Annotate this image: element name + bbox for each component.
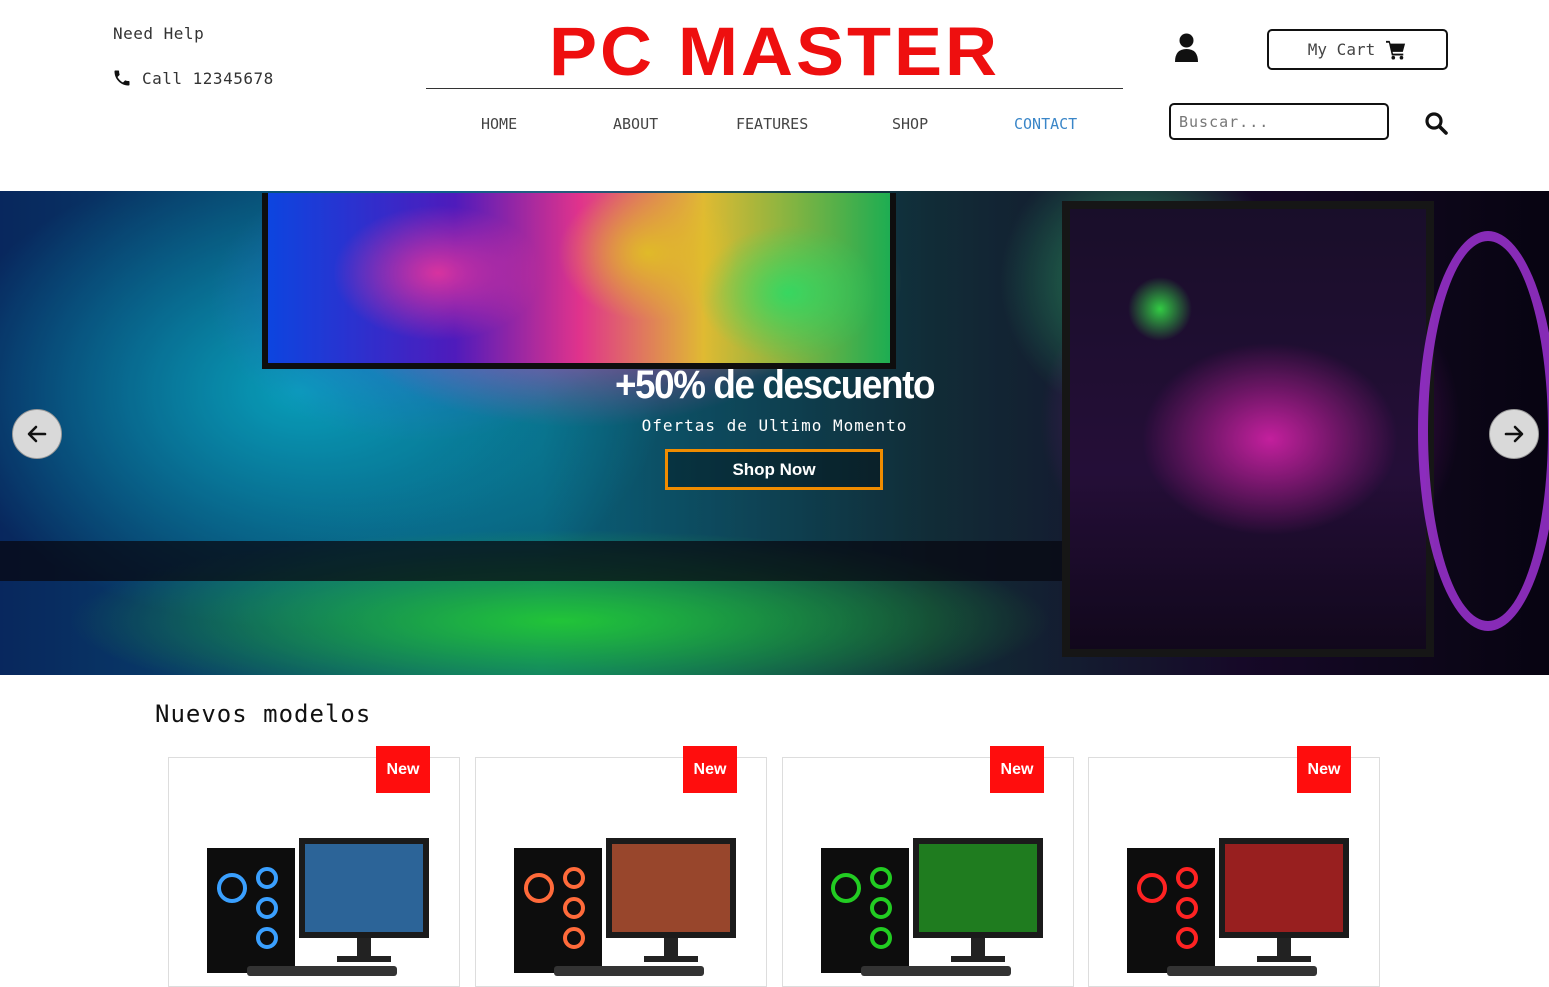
hero-subtitle: Ofertas de Ultimo Momento (641, 416, 908, 435)
nav-about[interactable]: ABOUT (613, 115, 658, 133)
hero-title: +50% de descuento (614, 363, 936, 407)
new-badge: New (683, 746, 737, 793)
carousel-next-button[interactable] (1489, 409, 1539, 459)
cart-button[interactable]: My Cart (1267, 29, 1448, 70)
header-divider (426, 88, 1123, 89)
arrow-right-icon (1504, 425, 1524, 443)
nav-home[interactable]: HOME (481, 115, 517, 133)
product-image (207, 838, 429, 976)
cart-label: My Cart (1307, 40, 1376, 59)
nav-features[interactable]: FEATURES (736, 115, 808, 133)
new-badge: New (1297, 746, 1351, 793)
new-badge: New (990, 746, 1044, 793)
carousel-prev-button[interactable] (12, 409, 62, 459)
search-input[interactable] (1169, 103, 1389, 140)
shop-now-button[interactable]: Shop Now (665, 449, 883, 490)
nav-contact[interactable]: CONTACT (1014, 115, 1077, 133)
new-badge: New (376, 746, 430, 793)
product-image (1127, 838, 1349, 976)
section-title: Nuevos modelos (155, 700, 372, 728)
search-icon[interactable] (1424, 111, 1448, 135)
phone-icon (114, 70, 130, 86)
phone-number: Call 12345678 (142, 68, 274, 88)
brand-logo[interactable]: PC MASTER (426, 14, 1123, 90)
nav-shop[interactable]: SHOP (892, 115, 928, 133)
user-icon[interactable] (1174, 33, 1199, 62)
need-help-label: Need Help (113, 24, 205, 43)
arrow-left-icon (27, 425, 47, 443)
cart-icon (1386, 40, 1406, 60)
product-image (821, 838, 1043, 976)
phone-contact[interactable]: Call 12345678 (112, 68, 274, 88)
hero-carousel: +50% de descuento Ofertas de Ultimo Mome… (0, 191, 1549, 675)
product-image (514, 838, 736, 976)
